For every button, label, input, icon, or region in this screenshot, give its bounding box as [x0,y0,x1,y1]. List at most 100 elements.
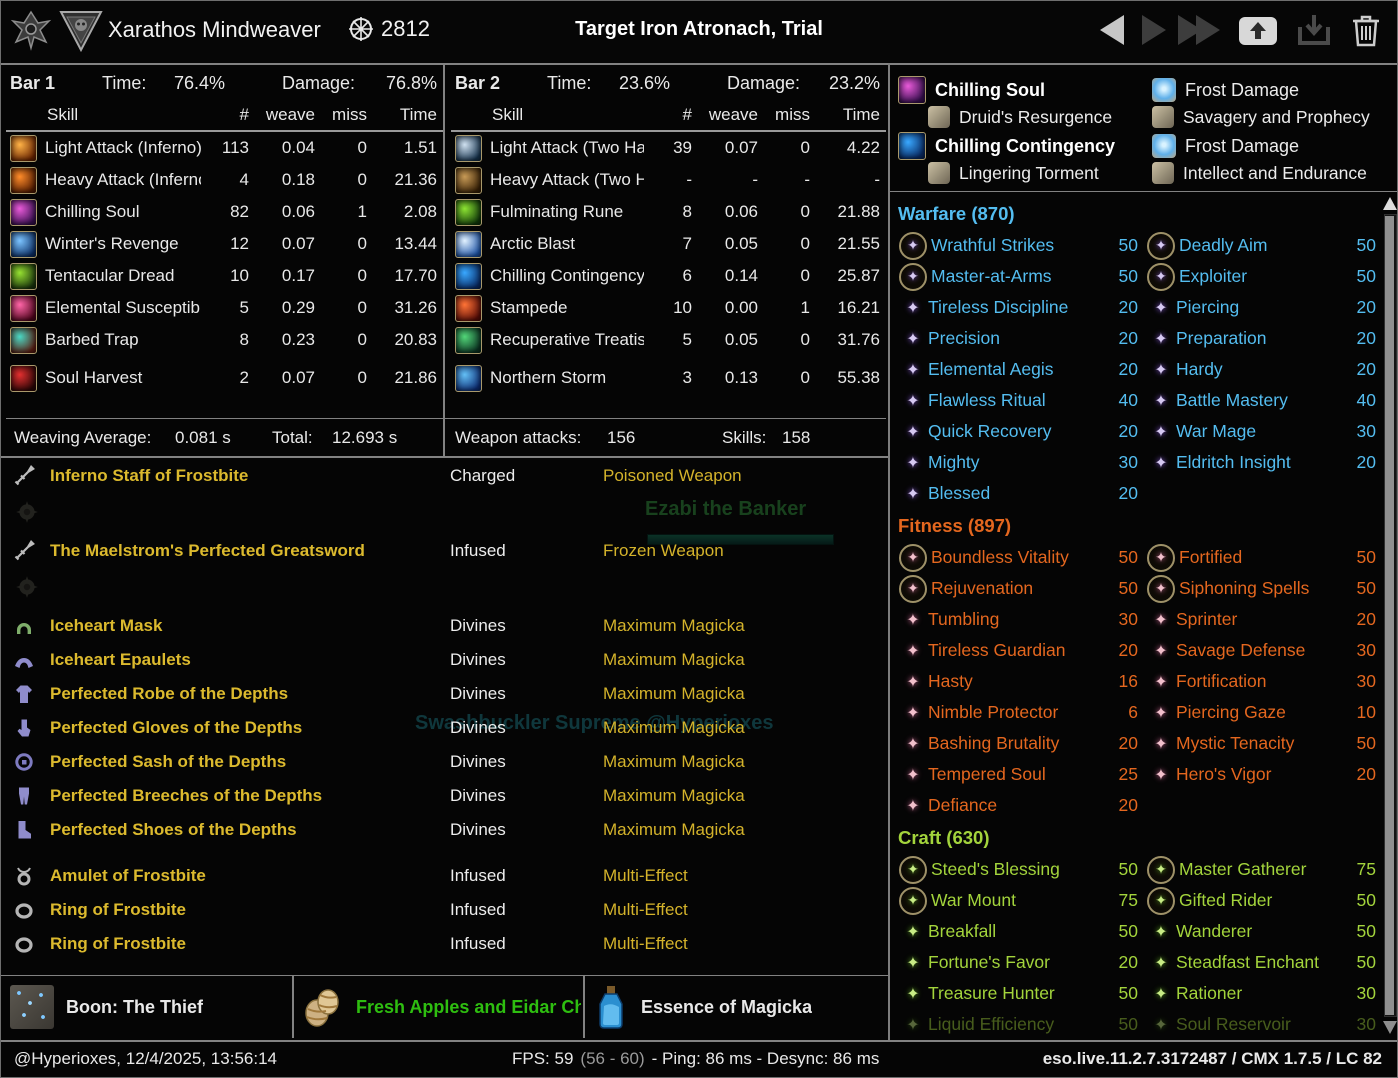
cp-row: ✦Nimble Protector6✦Piercing Gaze10 [898,697,1376,728]
gear-row: Iceheart MaskDivinesMaximum Magicka [8,610,886,644]
scrollbar[interactable] [1382,197,1397,1034]
previous-fight-button[interactable] [1100,15,1124,45]
empty-offhand-icon [14,574,40,600]
skill-row: Barbed Trap80.23020.83 [6,324,443,356]
cp-cell: ✦Exploiter50 [1146,263,1376,291]
skill-name: Barbed Trap [45,330,201,350]
cp-star-value: 20 [1096,328,1138,349]
skill-count: - [652,170,692,190]
cp-star-value: 30 [1334,640,1376,661]
heavy-attack-inferno-icon [10,167,37,194]
star-icon: ✦ [898,422,928,442]
gear-enchant: Maximum Magicka [603,684,745,704]
offhand-slot-row [8,569,886,610]
chilling-contingency-icon [455,263,482,290]
buff-name: Chilling Soul [935,80,1045,101]
cp-star-name: Steadfast Enchant [1176,952,1334,973]
gear-name: Iceheart Mask [50,616,162,636]
cp-cell: ✦Hardy20 [1146,359,1376,380]
buff-entry: Frost Damage [1152,134,1299,158]
star-icon: ✦ [1146,922,1176,942]
cp-star-name: Hardy [1176,359,1334,380]
skill-name: Fulminating Rune [490,202,644,222]
gear-row: Perfected Breeches of the DepthsDivinesM… [8,780,886,814]
upload-button[interactable] [1238,13,1278,47]
skill-time: 17.70 [375,266,437,286]
skill-weave: 0.00 [700,298,758,318]
buff-sub-entry: Lingering Torment [928,162,1099,184]
buff-sub-name: Savagery and Prophecy [1183,107,1370,128]
gear-enchant: Multi-Effect [603,900,688,920]
skill-name: Winter's Revenge [45,234,201,254]
gear-name: Ring of Frostbite [50,900,186,920]
skill-count: 113 [209,138,249,158]
star-icon: ✦ [898,453,928,473]
scroll-up-arrow[interactable] [1383,197,1397,210]
skill-miss: 0 [766,368,810,388]
gear-enchant: Multi-Effect [603,866,688,886]
cp-cell: ✦Master-at-Arms50 [898,263,1138,291]
frost-damage-icon [1152,134,1176,158]
gear-name: Perfected Gloves of the Depths [50,718,302,738]
cp-star-value: 20 [1096,483,1138,504]
food-cell: Fresh Apples and Eidar Che... [292,976,590,1038]
gear-name: Ring of Frostbite [50,934,186,954]
last-fight-button[interactable] [1184,15,1220,45]
cp-cell: ✦Tumbling30 [898,609,1138,630]
skill-miss: 0 [323,298,367,318]
cp-star-name: Nimble Protector [928,702,1096,723]
col-weave: weave [257,105,315,125]
cp-row: ✦Flawless Ritual40✦Battle Mastery40 [898,385,1376,416]
boon-cell: Boon: The Thief [0,976,300,1038]
skill-name: Soul Harvest [45,368,201,388]
soul-harvest-icon [10,365,37,392]
cp-star-value: 30 [1096,609,1138,630]
cp-star-name: Fortification [1176,671,1334,692]
cp-star-value: 20 [1096,795,1138,816]
skill-row: Tentacular Dread100.17017.70 [6,260,443,292]
gear-row: Perfected Gloves of the DepthsDivinesMax… [8,712,886,746]
skill-row: Light Attack (Two Hand390.0704.22 [451,132,886,164]
cp-cell: ✦Wrathful Strikes50 [898,232,1138,260]
cp-row: ✦Treasure Hunter50✦Rationer30 [898,978,1376,1009]
skill-time: 21.36 [375,170,437,190]
gear-trait: Charged [450,466,515,486]
cp-row: ✦War Mount75✦Gifted Rider50 [898,885,1376,916]
gear-name: Perfected Robe of the Depths [50,684,288,704]
skill-count: 3 [652,368,692,388]
cp-row: ✦Fortune's Favor20✦Steadfast Enchant50 [898,947,1376,978]
status-bar: @Hyperioxes, 12/4/2025, 13:56:14 FPS: 59… [0,1040,1398,1078]
cp-cell: ✦War Mount75 [898,887,1138,915]
skill-name: Arctic Blast [490,234,644,254]
skill-count: 10 [652,298,692,318]
gear-list: Inferno Staff of FrostbiteChargedPoisone… [8,460,886,962]
delete-button[interactable] [1350,12,1382,48]
skill-time: 20.83 [375,330,437,350]
next-fight-button[interactable] [1142,15,1166,45]
buff-name: Frost Damage [1185,136,1299,157]
cp-star-value: 50 [1096,235,1138,256]
cp-row: ✦Precision20✦Preparation20 [898,323,1376,354]
scrollbar-thumb[interactable] [1385,216,1394,1015]
skill-weave: 0.06 [257,202,315,222]
col-miss: miss [766,105,810,125]
bar2-column-headers: Skill # weave miss Time [451,100,886,132]
download-button[interactable] [1296,13,1332,47]
stampede-icon [455,295,482,322]
gear-row: Iceheart EpauletsDivinesMaximum Magicka [8,644,886,678]
scroll-down-arrow[interactable] [1383,1021,1397,1034]
cp-star-value: 75 [1334,859,1376,880]
cp-row: ✦Tempered Soul25✦Hero's Vigor20 [898,759,1376,790]
gear-row: Ring of FrostbiteInfusedMulti-Effect [8,894,886,928]
cp-star-value: 50 [1334,952,1376,973]
slotted-star-icon: ✦ [1147,544,1175,572]
gear-enchant: Maximum Magicka [603,786,745,806]
cp-star-name: Siphoning Spells [1179,578,1334,599]
damage-value: 76.8% [386,73,437,94]
legs-slot-icon [12,784,36,808]
fps-range: (56 - 60) [580,1049,644,1069]
waist-slot-icon [12,750,36,774]
cp-star-name: Piercing [1176,297,1334,318]
gear-name: Amulet of Frostbite [50,866,206,886]
cp-cell: ✦Mighty30 [898,452,1138,473]
